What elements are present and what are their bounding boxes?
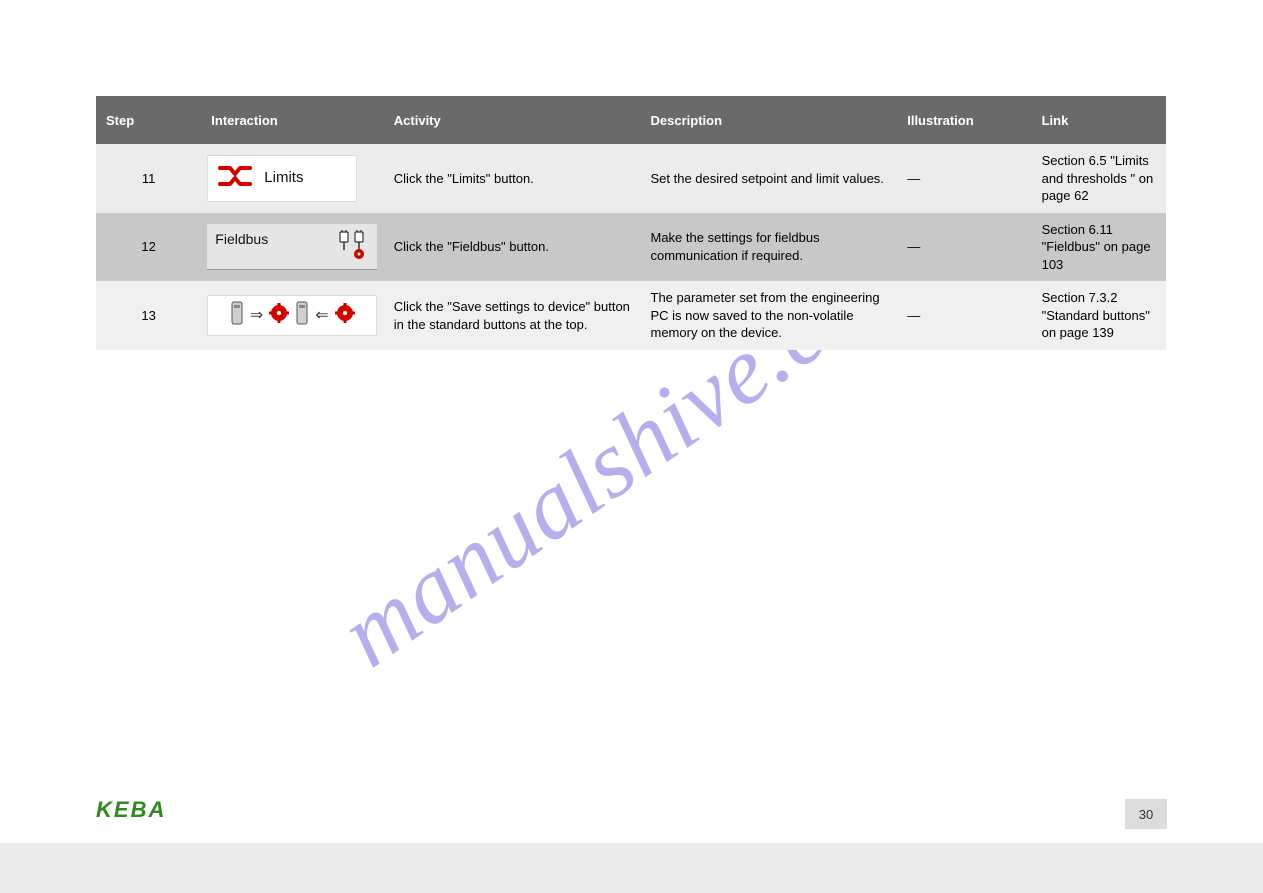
col-activity-header: Activity xyxy=(384,96,641,144)
activity-cell: Click the "Limits" button. xyxy=(384,144,641,213)
interaction-cell: Limits xyxy=(201,144,384,213)
activity-cell: Click the "Save settings to device" butt… xyxy=(384,281,641,350)
interaction-cell: ⇒ xyxy=(201,281,384,350)
illustration-cell: — xyxy=(897,144,1031,213)
fieldbus-label: Fieldbus xyxy=(215,230,268,249)
col-step-header: Step xyxy=(96,96,201,144)
link-cell: Section 7.3.2 "Standard buttons" on page… xyxy=(1032,281,1166,350)
device-icon xyxy=(295,300,309,331)
description-cell: Make the settings for fieldbus communica… xyxy=(641,213,898,282)
device-icon xyxy=(230,300,244,331)
footer-bar xyxy=(0,843,1263,893)
fieldbus-icon xyxy=(335,230,369,265)
table-header-row: Step Interaction Activity Description Il… xyxy=(96,96,1166,144)
steps-table: Step Interaction Activity Description Il… xyxy=(96,96,1166,350)
description-cell: The parameter set from the engineering P… xyxy=(641,281,898,350)
table-row: 12 Fieldbus xyxy=(96,213,1166,282)
link-cell: Section 6.11 "Fieldbus" on page 103 xyxy=(1032,213,1166,282)
keba-logo: KEBA xyxy=(96,797,166,823)
steps-table-wrapper: Step Interaction Activity Description Il… xyxy=(96,96,1166,350)
step-number: 13 xyxy=(96,281,201,350)
limits-icon xyxy=(216,162,254,195)
arrow-left-icon: ⇐ xyxy=(315,308,328,324)
table-row: 11 Limits xyxy=(96,144,1166,213)
col-interaction-header: Interaction xyxy=(201,96,384,144)
limits-label: Limits xyxy=(264,168,303,188)
page-root: manualshive.com Step Interaction Activit… xyxy=(0,0,1263,893)
limits-button[interactable]: Limits xyxy=(207,155,357,202)
activity-cell: Click the "Fieldbus" button. xyxy=(384,213,641,282)
step-number: 12 xyxy=(96,213,201,282)
save-to-device-button[interactable]: ⇒ xyxy=(207,295,377,336)
gear-icon xyxy=(335,303,355,328)
table-row: 13 ⇒ xyxy=(96,281,1166,350)
col-description-header: Description xyxy=(641,96,898,144)
col-illustration-header: Illustration xyxy=(897,96,1031,144)
arrow-right-icon: ⇒ xyxy=(250,308,263,324)
gear-icon xyxy=(269,303,289,328)
link-cell: Section 6.5 "Limits and thresholds " on … xyxy=(1032,144,1166,213)
illustration-cell: — xyxy=(897,281,1031,350)
description-cell: Set the desired setpoint and limit value… xyxy=(641,144,898,213)
illustration-cell: — xyxy=(897,213,1031,282)
col-link-header: Link xyxy=(1032,96,1166,144)
step-number: 11 xyxy=(96,144,201,213)
interaction-cell: Fieldbus xyxy=(201,213,384,282)
page-number: 30 xyxy=(1125,799,1167,829)
fieldbus-button[interactable]: Fieldbus xyxy=(207,224,377,270)
